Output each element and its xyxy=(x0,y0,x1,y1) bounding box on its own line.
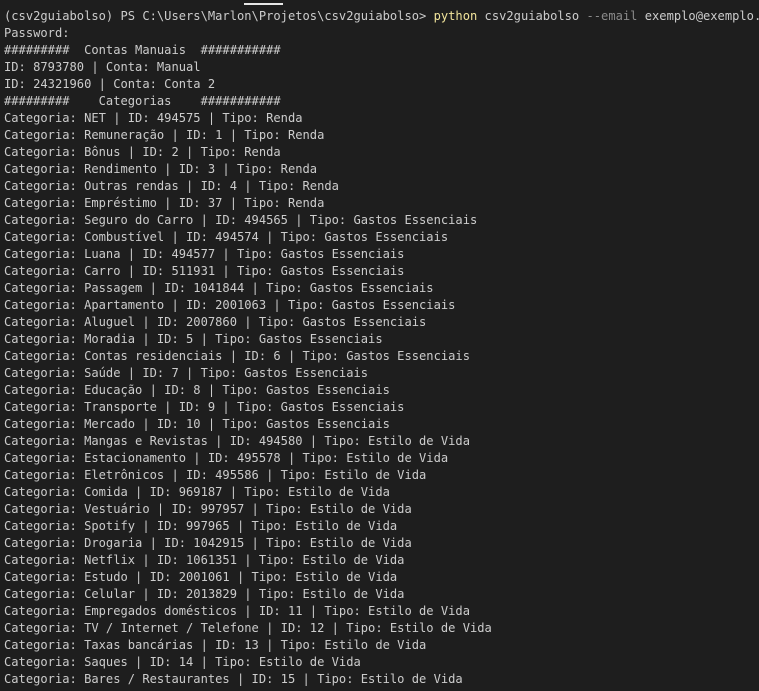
prompt-line: (csv2guiabolso) PS C:\Users\Marlon\Proje… xyxy=(4,8,759,25)
output-line: Categoria: Saúde | ID: 7 | Tipo: Gastos … xyxy=(4,366,369,380)
command-parameter: --email xyxy=(586,9,638,23)
output-lines: Password: ######### Contas Manuais ######… xyxy=(4,25,759,688)
output-line: Categoria: Passagem | ID: 1041844 | Tipo… xyxy=(4,281,434,295)
output-line: Categoria: Apartamento | ID: 2001063 | T… xyxy=(4,298,456,312)
command-parameter-value: exemplo@exemplo.com xyxy=(644,9,759,23)
output-line: Categoria: Saques | ID: 14 | Tipo: Estil… xyxy=(4,655,361,669)
output-line: Categoria: TV / Internet / Telefone | ID… xyxy=(4,621,492,635)
output-line: Categoria: Luana | ID: 494577 | Tipo: Ga… xyxy=(4,247,405,261)
output-line: Categoria: Vestuário | ID: 997957 | Tipo… xyxy=(4,502,412,516)
output-line: Categoria: Remuneração | ID: 1 | Tipo: R… xyxy=(4,128,325,142)
output-line: Categoria: Aluguel | ID: 2007860 | Tipo:… xyxy=(4,315,427,329)
output-line: Categoria: Eletrônicos | ID: 495586 | Ti… xyxy=(4,468,427,482)
output-line: Categoria: Mangas e Revistas | ID: 49458… xyxy=(4,434,470,448)
output-line: Categoria: Empregados domésticos | ID: 1… xyxy=(4,604,470,618)
output-line: Categoria: Educação | ID: 8 | Tipo: Gast… xyxy=(4,383,390,397)
output-line: Categoria: Moradia | ID: 5 | Tipo: Gasto… xyxy=(4,332,383,346)
output-line: Categoria: Bônus | ID: 2 | Tipo: Renda xyxy=(4,145,281,159)
prompt-path: (csv2guiabolso) PS C:\Users\Marlon\Proje… xyxy=(4,9,434,23)
output-line: Categoria: Rendimento | ID: 3 | Tipo: Re… xyxy=(4,162,318,176)
output-line: Categoria: Empréstimo | ID: 37 | Tipo: R… xyxy=(4,196,325,210)
command-name: python xyxy=(433,9,478,23)
output-line: Categoria: Comida | ID: 969187 | Tipo: E… xyxy=(4,485,390,499)
output-line: Categoria: Taxas bancárias | ID: 13 | Ti… xyxy=(4,638,427,652)
output-line: Categoria: Drogaria | ID: 1042915 | Tipo… xyxy=(4,536,412,550)
output-line: Categoria: Carro | ID: 511931 | Tipo: Ga… xyxy=(4,264,405,278)
output-line: Categoria: Celular | ID: 2013829 | Tipo:… xyxy=(4,587,405,601)
output-line: Categoria: Estudo | ID: 2001061 | Tipo: … xyxy=(4,570,398,584)
output-line: Categoria: Transporte | ID: 9 | Tipo: Ga… xyxy=(4,400,405,414)
terminal-output: (csv2guiabolso) PS C:\Users\Marlon\Proje… xyxy=(4,8,759,688)
output-line: ID: 8793780 | Conta: Manual xyxy=(4,60,201,74)
output-line: Categoria: Seguro do Carro | ID: 494565 … xyxy=(4,213,478,227)
output-line: Categoria: Bares / Restaurantes | ID: 15… xyxy=(4,672,463,686)
output-line: Categoria: Netflix | ID: 1061351 | Tipo:… xyxy=(4,553,405,567)
output-line: Categoria: Spotify | ID: 997965 | Tipo: … xyxy=(4,519,398,533)
output-line: Categoria: NET | ID: 494575 | Tipo: Rend… xyxy=(4,111,303,125)
output-line: Categoria: Outras rendas | ID: 4 | Tipo:… xyxy=(4,179,339,193)
output-line: Categoria: Contas residenciais | ID: 6 |… xyxy=(4,349,470,363)
output-line: ######### Categorias ########### xyxy=(4,94,281,108)
active-tab-indicator xyxy=(244,3,283,5)
output-line: Password: xyxy=(4,26,70,40)
command-argument: csv2guiabolso xyxy=(477,9,587,23)
terminal-panel[interactable]: (csv2guiabolso) PS C:\Users\Marlon\Proje… xyxy=(0,0,759,691)
output-line: Categoria: Estacionamento | ID: 495578 |… xyxy=(4,451,449,465)
output-line: Categoria: Mercado | ID: 10 | Tipo: Gast… xyxy=(4,417,390,431)
output-line: ID: 24321960 | Conta: Conta 2 xyxy=(4,77,216,91)
output-line: Categoria: Combustível | ID: 494574 | Ti… xyxy=(4,230,449,244)
output-line: ######### Contas Manuais ########### xyxy=(4,43,281,57)
